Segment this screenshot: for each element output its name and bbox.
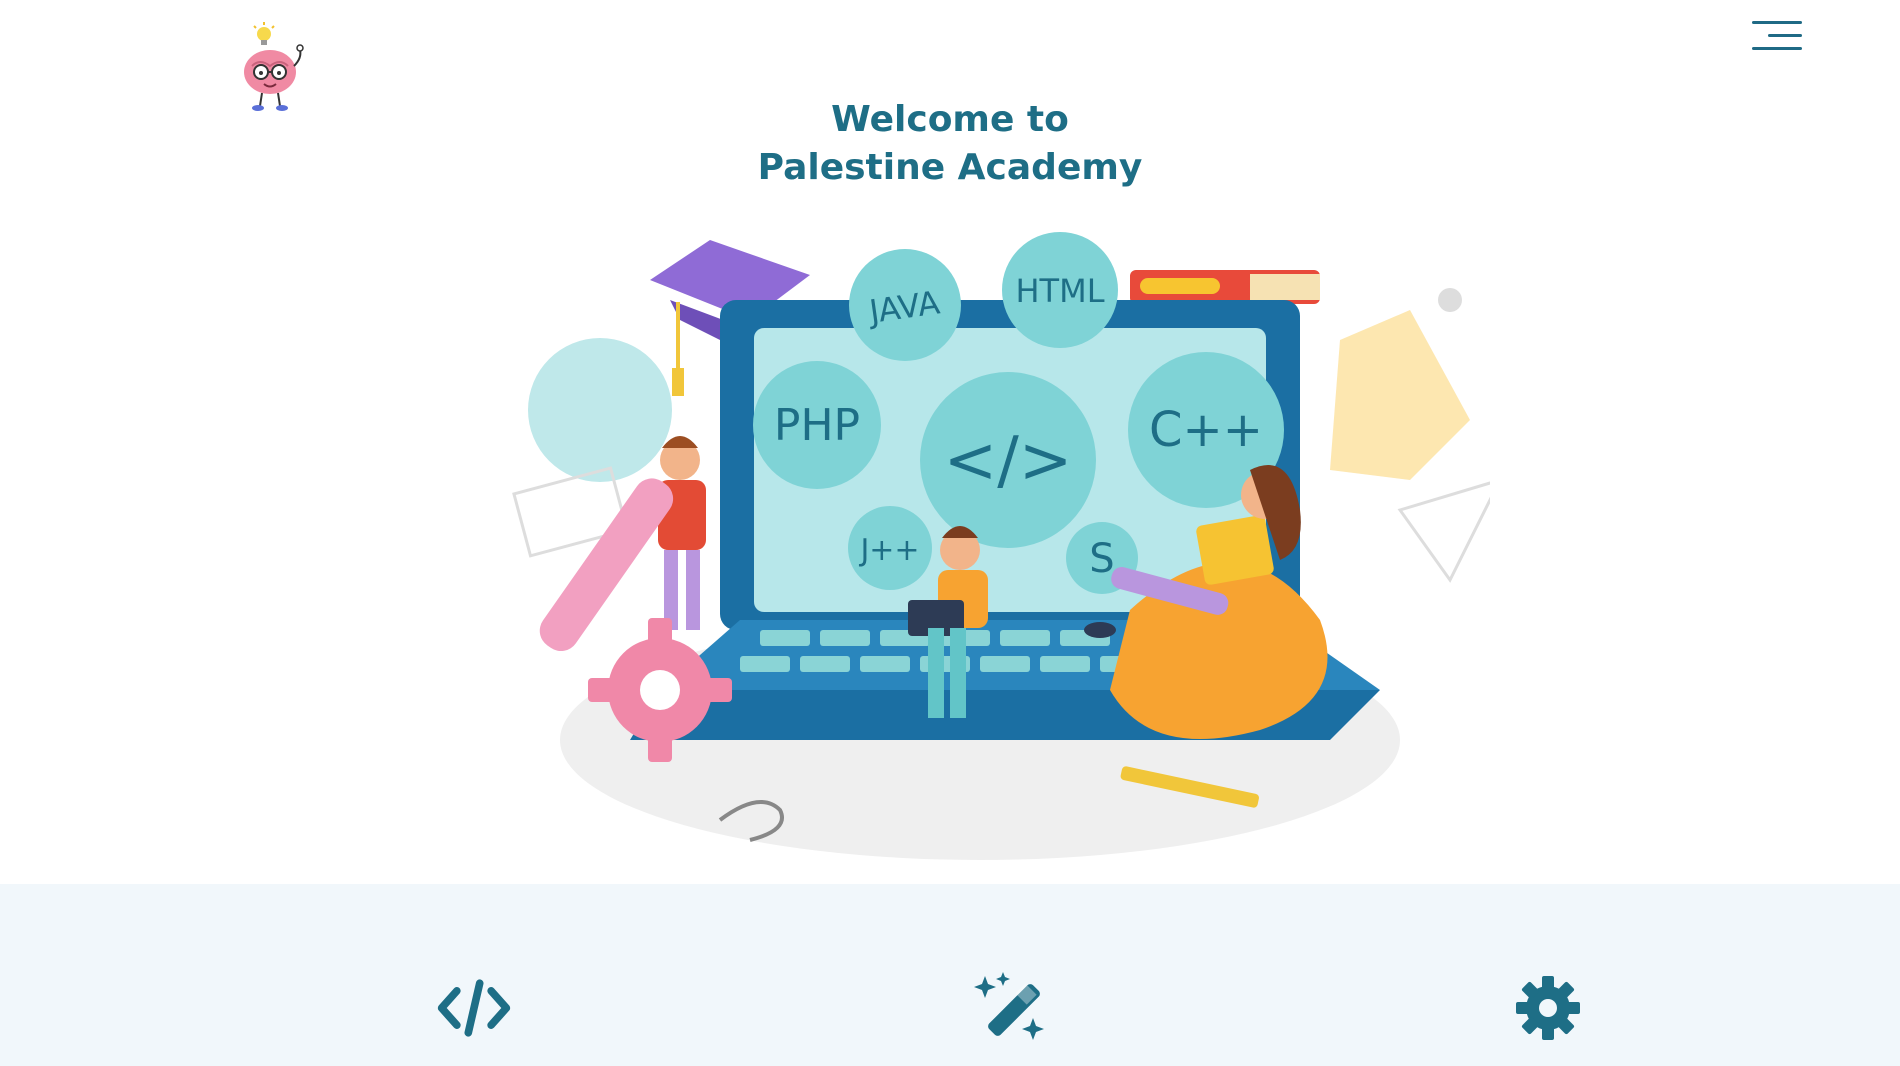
hero-illustration: JAVA HTML PHP </> C++ J++ S xyxy=(510,220,1503,880)
gear-icon xyxy=(1516,976,1580,1040)
feature-band xyxy=(0,884,1900,1066)
page-title: Welcome to Palestine Academy xyxy=(0,96,1900,192)
menu-line xyxy=(1752,46,1802,50)
menu-button[interactable] xyxy=(1750,14,1804,56)
settings-feature-button[interactable] xyxy=(1508,968,1588,1048)
title-line-1: Welcome to xyxy=(831,99,1069,140)
code-feature-button[interactable] xyxy=(434,968,514,1048)
bubble-s: S xyxy=(1089,536,1114,582)
bubble-php: PHP xyxy=(774,400,860,451)
bubble-cpp: C++ xyxy=(1149,402,1263,458)
bubble-code: </> xyxy=(944,424,1073,498)
title-line-2: Palestine Academy xyxy=(757,147,1143,188)
magic-feature-button[interactable] xyxy=(971,968,1051,1048)
bubble-html: HTML xyxy=(1015,272,1104,310)
code-icon xyxy=(437,979,511,1037)
magic-wand-icon xyxy=(974,972,1044,1040)
menu-line xyxy=(1768,33,1802,37)
bubble-jpp: J++ xyxy=(858,533,919,568)
menu-line xyxy=(1752,20,1802,24)
coding-illustration: JAVA HTML PHP </> C++ J++ S xyxy=(512,232,1503,860)
